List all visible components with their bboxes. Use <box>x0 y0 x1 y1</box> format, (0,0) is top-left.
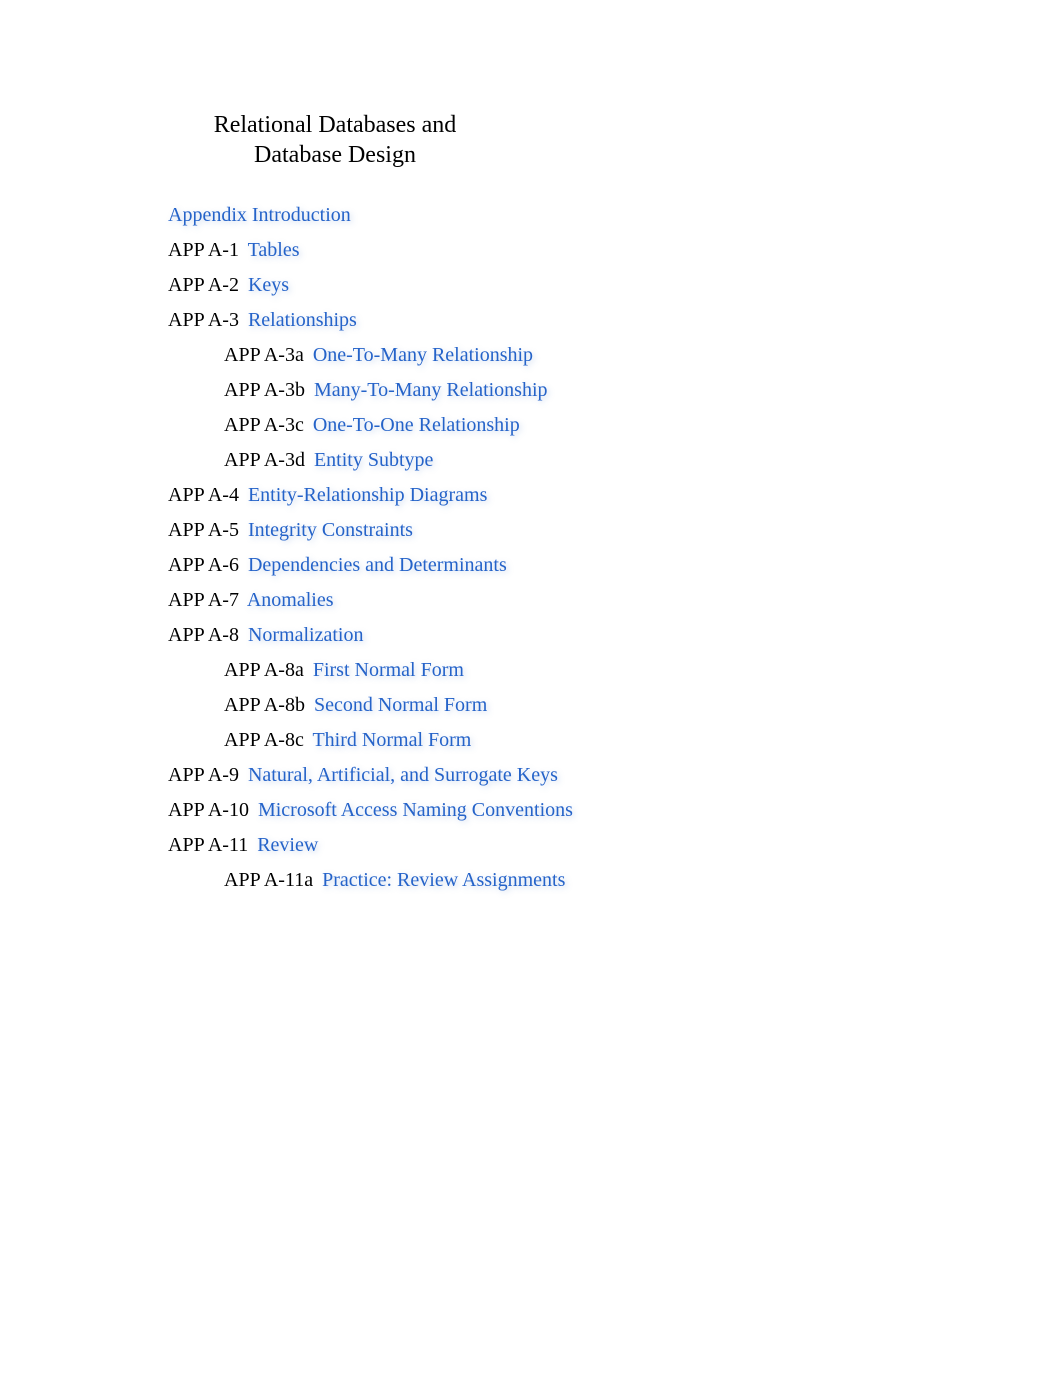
toc-link[interactable]: Tables <box>248 239 300 261</box>
toc-item: APP A-3b Many-To-Many Relationship <box>196 373 922 408</box>
toc-link[interactable]: First Normal Form <box>313 659 464 681</box>
toc-prefix: APP A-6 <box>168 554 239 576</box>
toc-link[interactable]: Anomalies <box>247 589 334 611</box>
toc-item: APP A-9 Natural, Artificial, and Surroga… <box>140 758 922 793</box>
toc-prefix: APP A-2 <box>168 274 239 296</box>
toc-item: APP A-3c One-To-One Relationship <box>196 408 922 443</box>
toc-link[interactable]: Natural, Artificial, and Surrogate Keys <box>248 764 558 786</box>
toc-prefix: APP A-3d <box>224 449 305 471</box>
page-title: Relational Databases and Database Design <box>180 110 490 170</box>
toc-prefix: APP A-3b <box>224 379 305 401</box>
toc-prefix: APP A-5 <box>168 519 239 541</box>
toc-prefix: APP A-3 <box>168 309 239 331</box>
toc-entry: APP A-3 Relationships <box>168 309 357 332</box>
toc-entry: APP A-11 Review <box>168 834 318 857</box>
toc-entry: APP A-9 Natural, Artificial, and Surroga… <box>168 764 558 787</box>
toc-prefix: APP A-10 <box>168 799 249 821</box>
toc-entry: APP A-1 Tables <box>168 239 300 262</box>
toc-link[interactable]: Third Normal Form <box>312 729 471 751</box>
toc-entry: APP A-3b Many-To-Many Relationship <box>224 379 548 402</box>
toc-link[interactable]: Many-To-Many Relationship <box>314 379 548 401</box>
toc-entry: APP A-3d Entity Subtype <box>224 449 433 472</box>
toc-prefix: APP A-9 <box>168 764 239 786</box>
toc-link[interactable]: Appendix Introduction <box>168 204 351 226</box>
toc-item: APP A-11a Practice: Review Assignments <box>196 863 922 898</box>
toc-entry: APP A-3c One-To-One Relationship <box>224 414 520 437</box>
toc-item: APP A-3d Entity Subtype <box>196 443 922 478</box>
toc-prefix: APP A-8a <box>224 659 304 681</box>
toc-item: APP A-11 Review <box>140 828 922 863</box>
toc-prefix: APP A-1 <box>168 239 239 261</box>
toc-prefix: APP A-11 <box>168 834 248 856</box>
toc-entry: APP A-7 Anomalies <box>168 589 334 612</box>
toc-prefix: APP A-3a <box>224 344 304 366</box>
toc-entry: APP A-2 Keys <box>168 274 289 297</box>
toc-entry: APP A-10 Microsoft Access Naming Convent… <box>168 799 573 822</box>
toc-sublist: APP A-8a First Normal Form APP A-8b Secon… <box>196 653 922 758</box>
toc-entry: APP A-8 Normalization <box>168 624 363 647</box>
toc-link[interactable]: Microsoft Access Naming Conventions <box>258 799 573 821</box>
toc-list: Appendix IntroductionAPP A-1 TablesAPP A… <box>140 198 922 898</box>
toc-link[interactable]: Entity Subtype <box>314 449 433 471</box>
toc-sublist: APP A-3a One-To-Many RelationshipAPP A-3… <box>196 338 922 478</box>
toc-link[interactable]: One-To-Many Relationship <box>313 344 533 366</box>
toc-entry: APP A-11a Practice: Review Assignments <box>224 869 565 892</box>
toc-entry: Appendix Introduction <box>168 204 351 227</box>
toc-item: APP A-3 Relationships <box>140 303 922 338</box>
toc-prefix: APP A-8b <box>224 694 305 716</box>
toc-link[interactable]: Normalization <box>248 624 364 646</box>
toc-link[interactable]: Practice: Review Assignments <box>322 869 565 891</box>
toc-item: APP A-8b Second Normal Form <box>196 688 922 723</box>
toc-item: APP A-8c Third Normal Form <box>196 723 922 758</box>
toc-sublist: APP A-11a Practice: Review Assignments <box>196 863 922 898</box>
toc-item: APP A-1 Tables <box>140 233 922 268</box>
toc-item: Appendix Introduction <box>140 198 922 233</box>
toc-entry: APP A-3a One-To-Many Relationship <box>224 344 533 367</box>
toc-prefix: APP A-8c <box>224 729 304 751</box>
toc-prefix: APP A-4 <box>168 484 239 506</box>
toc-link[interactable]: Review <box>257 834 318 856</box>
toc-entry: APP A-8b Second Normal Form <box>224 694 487 717</box>
toc-link[interactable]: Relationships <box>248 309 357 331</box>
toc-link[interactable]: Integrity Constraints <box>248 519 413 541</box>
toc-prefix: APP A-11a <box>224 869 313 891</box>
toc-link[interactable]: Second Normal Form <box>314 694 487 716</box>
toc-item: APP A-7 Anomalies <box>140 583 922 618</box>
toc-entry: APP A-8a First Normal Form <box>224 659 464 682</box>
toc-item: APP A-8 Normalization <box>140 618 922 653</box>
toc-link[interactable]: Keys <box>248 274 289 296</box>
toc-prefix: APP A-8 <box>168 624 239 646</box>
toc-entry: APP A-6 Dependencies and Determinants <box>168 554 507 577</box>
toc-link[interactable]: Dependencies and Determinants <box>248 554 507 576</box>
toc-entry: APP A-8c Third Normal Form <box>224 729 471 752</box>
toc-item: APP A-10 Microsoft Access Naming Convent… <box>140 793 922 828</box>
toc-link[interactable]: One-To-One Relationship <box>313 414 520 436</box>
toc-prefix: APP A-3c <box>224 414 304 436</box>
toc-prefix: APP A-7 <box>168 589 239 611</box>
toc-item: APP A-6 Dependencies and Determinants <box>140 548 922 583</box>
toc-entry: APP A-5 Integrity Constraints <box>168 519 413 542</box>
toc-item: APP A-2 Keys <box>140 268 922 303</box>
toc-item: APP A-5 Integrity Constraints <box>140 513 922 548</box>
toc-item: APP A-4 Entity-Relationship Diagrams <box>140 478 922 513</box>
toc-entry: APP A-4 Entity-Relationship Diagrams <box>168 484 487 507</box>
toc-item: APP A-8a First Normal Form <box>196 653 922 688</box>
toc-item: APP A-3a One-To-Many Relationship <box>196 338 922 373</box>
toc-link[interactable]: Entity-Relationship Diagrams <box>248 484 487 506</box>
